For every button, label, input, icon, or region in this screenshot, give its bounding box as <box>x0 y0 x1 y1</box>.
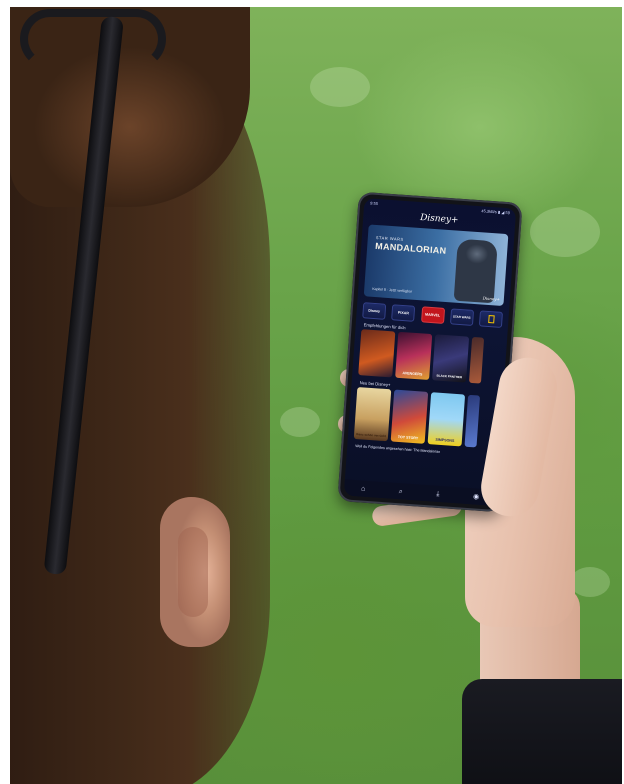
brand-tile-marvel[interactable]: MARVEL <box>420 306 445 324</box>
grass-highlight <box>530 207 600 257</box>
ear-inner <box>178 527 208 617</box>
status-time: 9:55 <box>370 200 379 207</box>
content-tile[interactable] <box>468 336 485 384</box>
bottom-navigation: ⌂ ⌕ ⤓ ◉ <box>343 479 497 506</box>
row-heading-new: Neu bei Disney+ <box>359 380 391 388</box>
content-tile[interactable] <box>464 394 481 448</box>
sunglasses <box>20 9 166 69</box>
natgeo-logo <box>487 314 495 324</box>
grass-highlight <box>280 407 320 437</box>
row-new: Ganz schön verrückt TOY STORY SIMPSONS <box>353 387 497 449</box>
download-icon[interactable]: ⤓ <box>436 490 440 497</box>
content-tile[interactable]: TOY STORY <box>390 389 429 444</box>
grass-highlight <box>310 67 370 107</box>
profile-icon[interactable]: ◉ <box>473 493 480 500</box>
grass-highlight <box>570 567 610 597</box>
content-tile[interactable]: SIMPSONS <box>427 392 466 447</box>
photo: 9:55 45,3kB/s ▮ ◢ 59 Disney+ STAR WARS M… <box>10 7 622 784</box>
content-tile[interactable]: BLACK PANTHER <box>432 334 470 383</box>
brand-tile-star-wars[interactable]: STAR WARS <box>449 308 474 326</box>
content-tile[interactable]: AVENGERS <box>395 331 433 381</box>
hero-banner[interactable]: STAR WARS MANDALORIAN Kapitel 8 · Jetzt … <box>363 224 509 307</box>
content-tile[interactable]: Ganz schön verrückt <box>353 387 392 442</box>
row-heading-because-you-watched: Weil du Folgendes angesehen hast: The Ma… <box>355 444 441 454</box>
hero-title: MANDALORIAN <box>374 240 447 256</box>
brand-tile-disney[interactable]: Disney <box>362 302 387 320</box>
search-icon[interactable]: ⌕ <box>399 488 403 495</box>
brand-tile-national-geographic[interactable] <box>478 310 503 328</box>
hero-badge: Disney+ <box>482 295 501 302</box>
sweater-sleeve <box>462 679 622 784</box>
home-icon[interactable]: ⌂ <box>361 485 366 492</box>
mandalorian-figure <box>453 238 498 304</box>
hero-caption: Kapitel 8 · Jetzt verfügbar <box>372 286 413 294</box>
brand-tile-pixar[interactable]: PIXAR <box>391 304 416 322</box>
content-tile[interactable] <box>358 329 396 378</box>
row-recommended: AVENGERS BLACK PANTHER <box>358 329 501 385</box>
